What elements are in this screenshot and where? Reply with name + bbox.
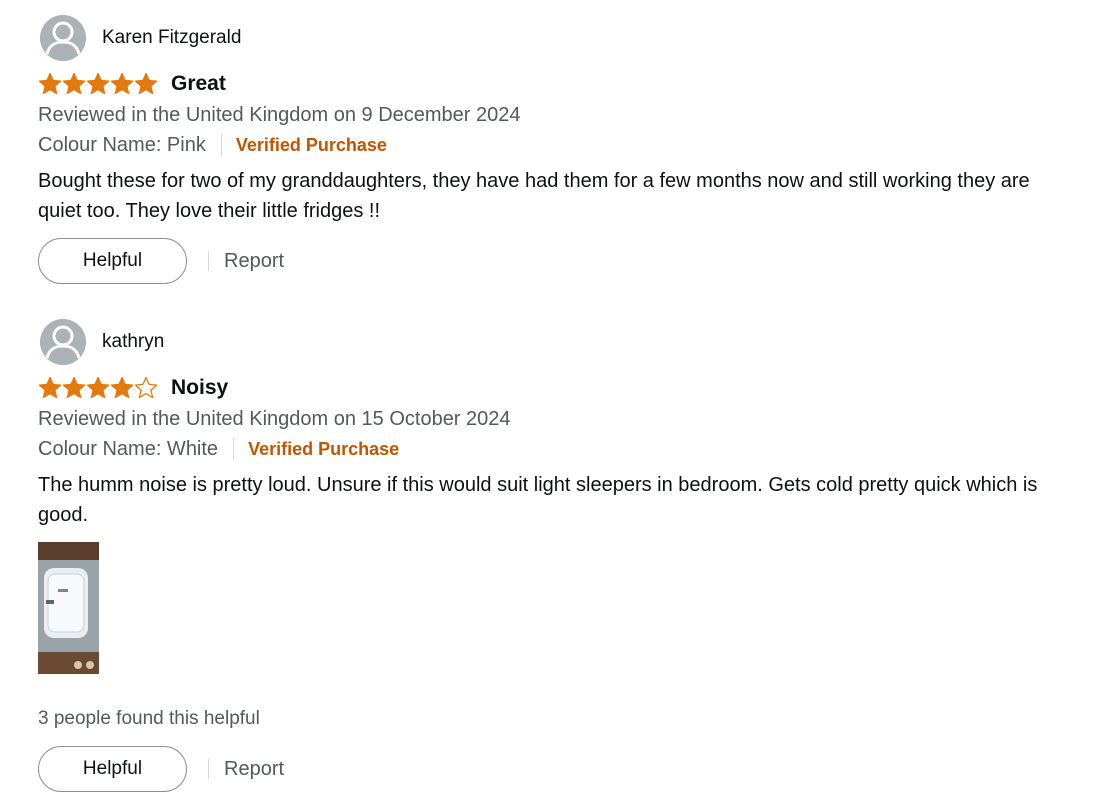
star-filled-icon (38, 72, 62, 95)
report-link[interactable]: Report (224, 758, 284, 781)
review-card: kathryn Noisy Reviewed in the United Kin… (38, 318, 1078, 792)
avatar-icon (40, 319, 86, 365)
star-filled-icon (110, 72, 134, 95)
variant-label[interactable]: Colour Name: White (38, 438, 218, 461)
review-body: Bought these for two of my granddaughter… (38, 170, 1030, 222)
star-rating[interactable] (38, 376, 158, 400)
star-filled-icon (62, 376, 86, 399)
review-title[interactable]: Noisy (171, 376, 228, 400)
star-outline-icon (134, 376, 158, 399)
star-filled-icon (38, 376, 62, 399)
divider (233, 438, 235, 460)
variant-label[interactable]: Colour Name: Pink (38, 134, 206, 157)
star-filled-icon (110, 376, 134, 399)
review-image-thumbnail[interactable] (38, 542, 99, 674)
report-link[interactable]: Report (224, 250, 284, 273)
reviewer-profile[interactable]: kathryn (38, 318, 1078, 366)
reviewer-name[interactable]: kathryn (102, 331, 164, 353)
review-body: The humm noise is pretty loud. Unsure if… (38, 474, 1038, 526)
star-rating[interactable] (38, 72, 158, 96)
star-filled-icon (134, 72, 158, 95)
verified-purchase-badge: Verified Purchase (248, 438, 400, 459)
reviewer-profile[interactable]: Karen Fitzgerald (38, 14, 1078, 62)
helpful-button[interactable]: Helpful (38, 746, 187, 792)
avatar-icon (40, 15, 86, 61)
star-filled-icon (86, 72, 110, 95)
helpful-button[interactable]: Helpful (38, 238, 187, 284)
review-date: Reviewed in the United Kingdom on 9 Dece… (38, 104, 521, 126)
divider (208, 251, 209, 271)
divider (208, 759, 209, 779)
star-filled-icon (62, 72, 86, 95)
star-filled-icon (86, 376, 110, 399)
review-date: Reviewed in the United Kingdom on 15 Oct… (38, 408, 511, 430)
divider (220, 134, 222, 156)
verified-purchase-badge: Verified Purchase (235, 134, 387, 155)
helpful-count-text: 3 people found this helpful (38, 708, 260, 729)
reviewer-name[interactable]: Karen Fitzgerald (102, 27, 241, 49)
review-card: Karen Fitzgerald Great Reviewed in the U… (38, 14, 1078, 284)
review-title[interactable]: Great (171, 72, 226, 96)
